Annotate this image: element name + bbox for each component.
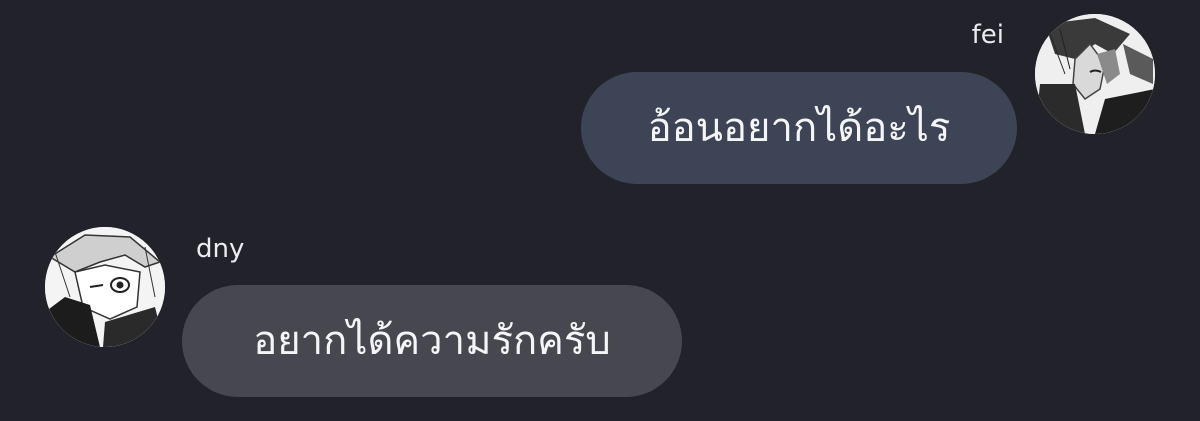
outgoing-message-bubble[interactable]: อ้อนอยากได้อะไร: [581, 72, 1017, 184]
chat-conversation: fei อ้อนอยากได้อะไร dny อยากได้ความรักคร…: [0, 0, 1200, 421]
manga-character-avatar-icon: [1035, 14, 1155, 134]
sender-name: fei: [971, 20, 1004, 50]
sender-name: dny: [196, 234, 245, 264]
incoming-message-bubble[interactable]: อยากได้ความรักครับ: [182, 285, 682, 397]
avatar[interactable]: [1035, 14, 1155, 134]
manga-character-avatar-icon: [45, 227, 165, 347]
message-text: อ้อนอยากได้อะไร: [647, 105, 951, 151]
message-text: อยากได้ความรักครับ: [253, 318, 611, 364]
avatar[interactable]: [45, 227, 165, 347]
